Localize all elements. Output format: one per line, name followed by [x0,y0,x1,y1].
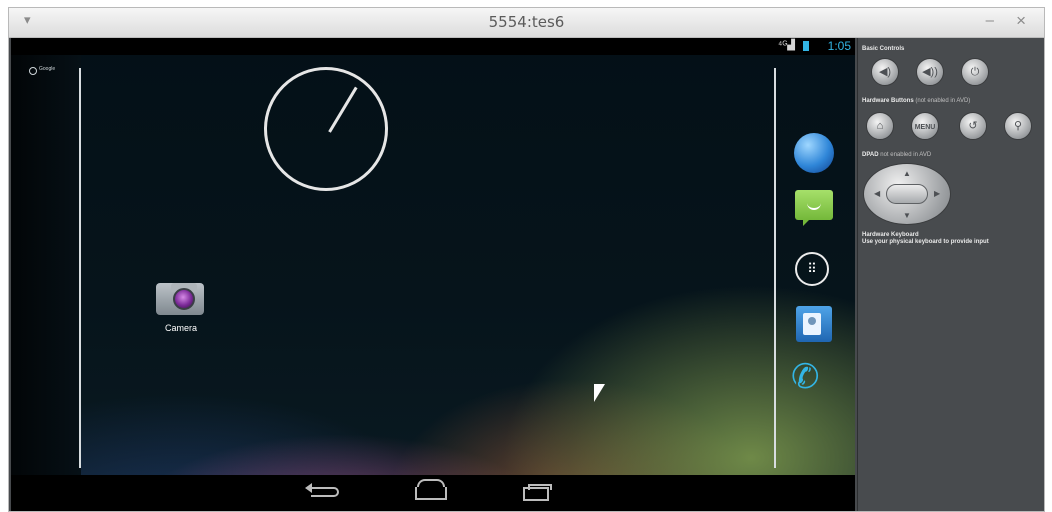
search-button[interactable]: ⚲ [1004,112,1032,140]
navigation-bar [11,475,855,511]
dpad-left-icon[interactable]: ◀ [874,189,880,198]
phone-icon[interactable]: ✆ [791,360,820,394]
people-icon[interactable] [796,306,832,342]
dpad-note: not enabled in AVD [880,152,932,158]
signal-icon: ⁴ᴳ▟ [778,40,795,51]
messaging-tail [803,220,809,226]
dpad-up-icon[interactable]: ▲ [903,169,911,178]
hardware-buttons-note: (not enabled in AVD) [915,98,971,104]
battery-icon [803,41,809,51]
dpad-right-icon[interactable]: ▶ [934,189,940,198]
divider-left [79,68,81,468]
device-screen[interactable]: ⁴ᴳ▟ 1:05 Google Camera ⠿ ✆ [11,38,855,511]
back-button[interactable]: ↺ [959,112,987,140]
close-icon[interactable]: × [1016,11,1026,31]
basic-controls-title: Basic Controls [862,46,905,52]
search-label[interactable]: Google [39,66,55,72]
menu-button-label: MENU [914,124,936,131]
menu-button[interactable]: MENU [911,112,939,140]
dpad-heading: DPAD not enabled in AVD [862,152,931,158]
divider-right [774,68,776,468]
camera-lens [173,288,195,310]
window-title: 5554:tes6 [488,13,565,31]
hardware-keyboard-title: Hardware Keyboard [862,232,919,238]
mouse-cursor-icon [594,384,605,402]
browser-icon[interactable] [794,133,834,173]
hardware-buttons-heading: Hardware Buttons (not enabled in AVD) [862,98,970,104]
people-head [808,317,816,325]
emulator-window: ▾ 5554:tes6 – × ⁴ᴳ▟ 1:05 Google Camera ⠿… [8,7,1045,512]
dpad-down-icon[interactable]: ▼ [903,211,911,220]
status-bar: ⁴ᴳ▟ 1:05 [11,38,855,55]
app-camera-label[interactable]: Camera [151,323,211,333]
volume-up-button[interactable]: ◀)) [916,58,944,86]
messaging-icon[interactable] [795,190,833,226]
volume-down-button[interactable]: ◀) [871,58,899,86]
camera-icon[interactable] [156,283,204,315]
recent-apps-icon[interactable] [523,484,552,501]
back-icon[interactable] [305,483,339,497]
search-icon[interactable] [29,67,37,75]
analog-clock-widget[interactable] [264,67,388,191]
messaging-smile [807,202,821,210]
clock-hand [328,86,358,133]
title-bar: ▾ 5554:tes6 – × [9,8,1044,38]
home-button[interactable]: ⌂ [866,112,894,140]
dpad-center-button[interactable] [886,184,928,204]
minimize-icon[interactable]: – [986,12,994,29]
controls-panel: Basic Controls ◀) ◀)) ⏻ Hardware Buttons… [857,38,1044,511]
hardware-keyboard-note: Use your physical keyboard to provide in… [862,239,989,245]
dpad[interactable]: ▲ ▼ ◀ ▶ [863,163,951,225]
all-apps-icon[interactable]: ⠿ [795,252,829,286]
power-button[interactable]: ⏻ [961,58,989,86]
dpad-title: DPAD [862,152,879,158]
home-icon[interactable] [415,479,447,500]
status-time: 1:05 [827,39,851,53]
search-panel[interactable]: Google [11,55,81,475]
hardware-buttons-title: Hardware Buttons [862,98,914,104]
